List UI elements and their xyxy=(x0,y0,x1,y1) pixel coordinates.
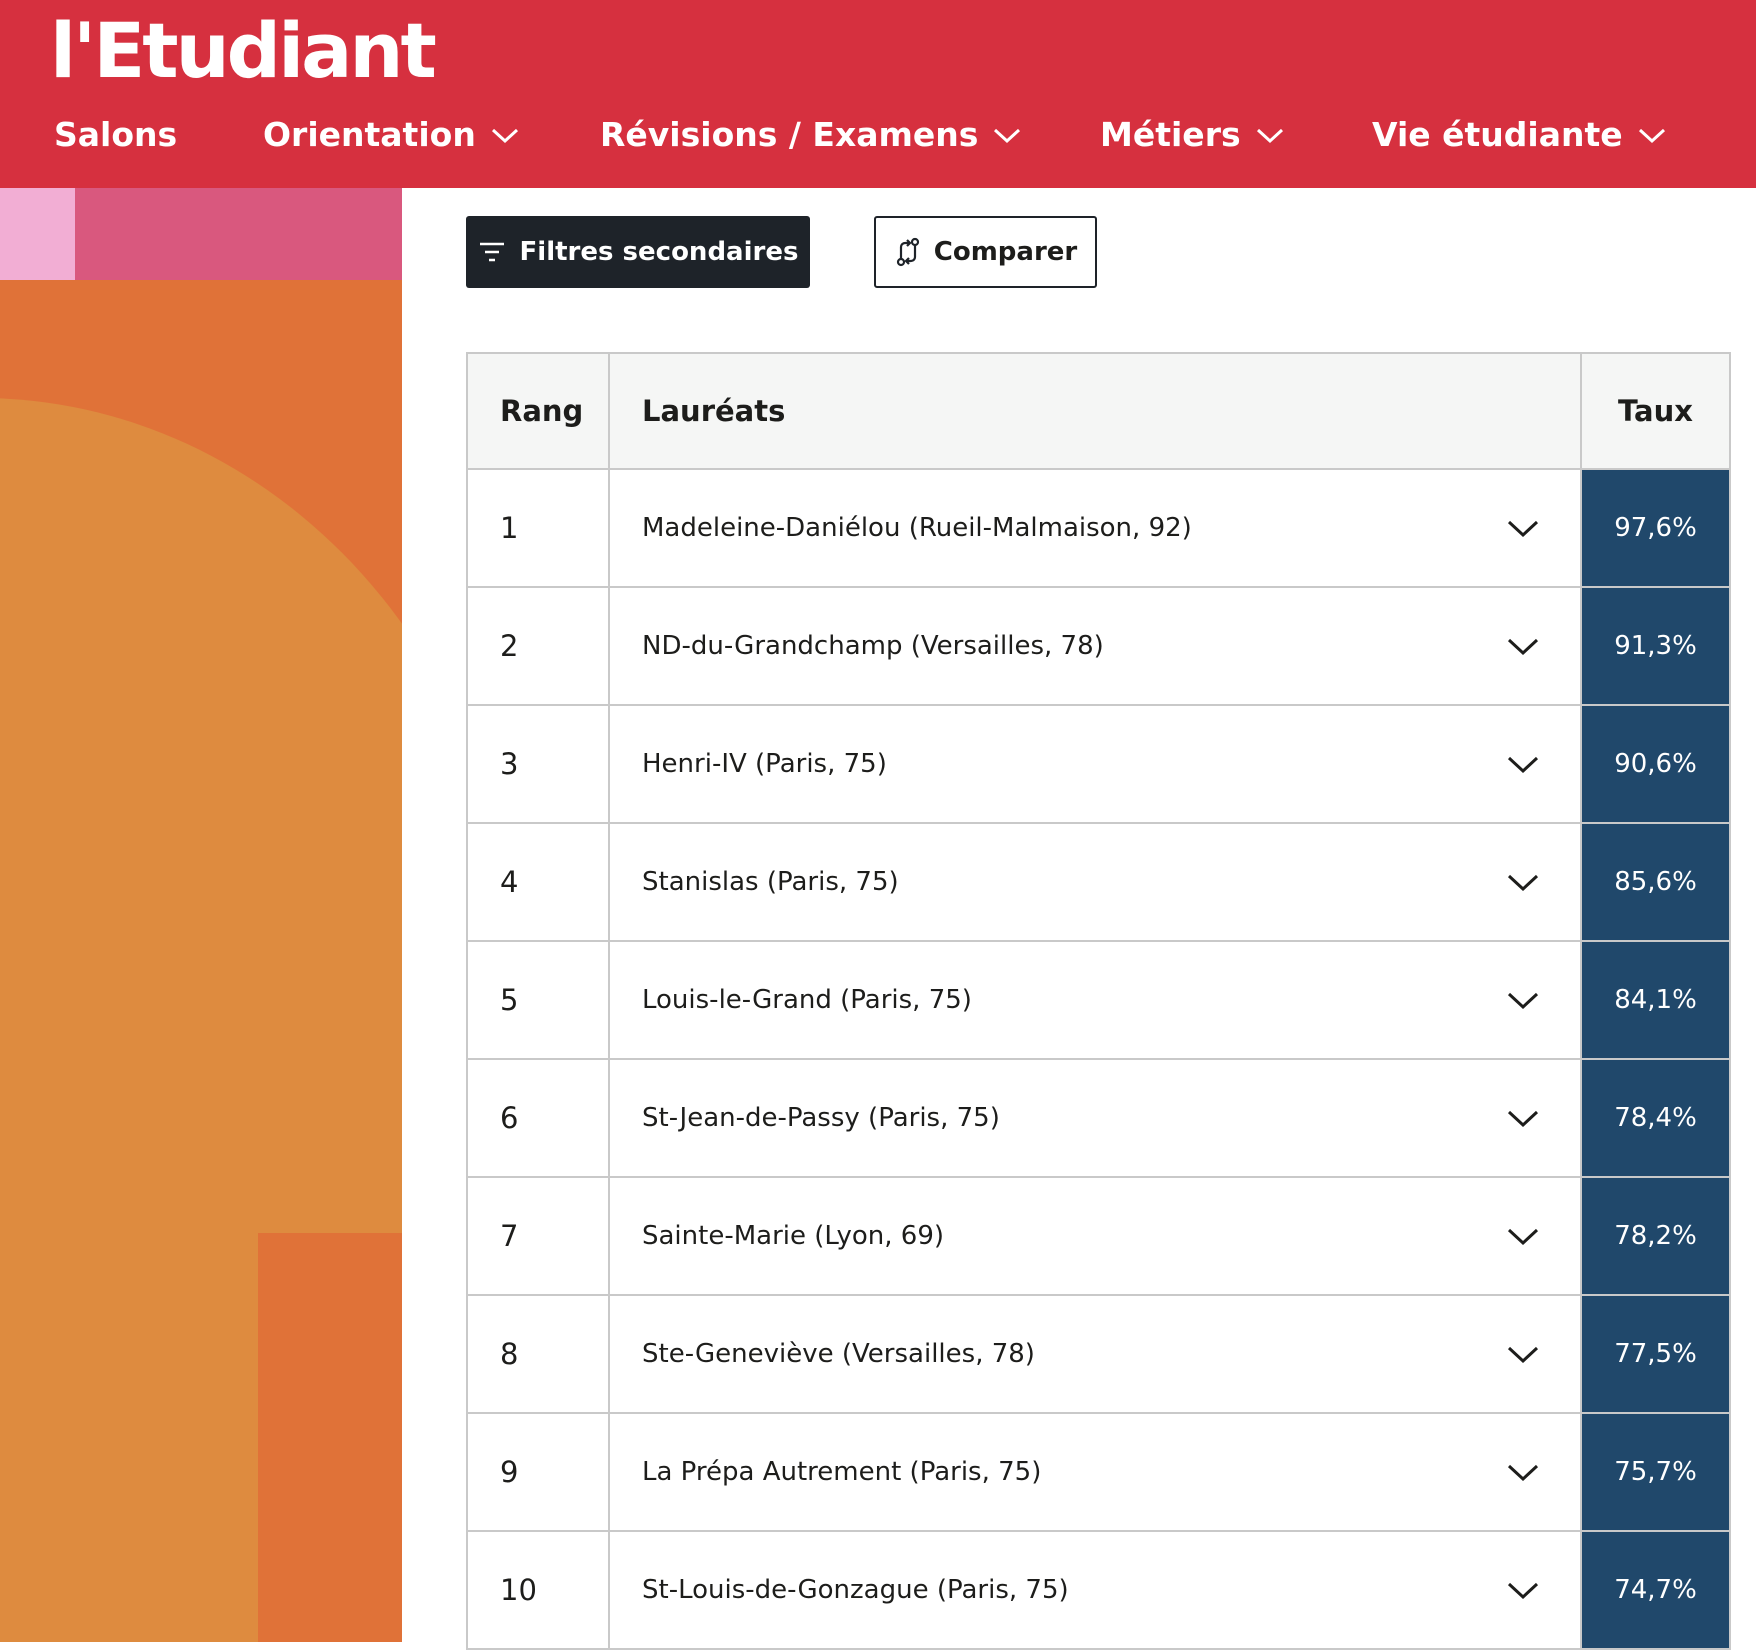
column-header-rang[interactable]: Rang xyxy=(468,354,610,468)
decorative-shape xyxy=(258,1233,402,1642)
secondary-filters-label: Filtres secondaires xyxy=(519,237,799,267)
laureat-cell[interactable]: Henri-IV (Paris, 75) xyxy=(610,706,1582,822)
nav-item-salons[interactable]: Salons xyxy=(54,110,177,160)
rank-cell: 7 xyxy=(468,1178,610,1294)
nav-item-label: Métiers xyxy=(1100,115,1241,154)
table-body: 1 Madeleine-Daniélou (Rueil-Malmaison, 92… xyxy=(468,470,1729,1650)
rate-cell: 97,6% xyxy=(1582,470,1729,586)
nav-item-vie-etudiante[interactable]: Vie étudiante xyxy=(1372,110,1667,160)
chevron-down-icon[interactable] xyxy=(1506,1343,1540,1365)
decorative-shape xyxy=(0,1233,258,1642)
site-logo[interactable]: l'Etudiant xyxy=(50,6,437,96)
laureat-cell[interactable]: Louis-le-Grand (Paris, 75) xyxy=(610,942,1582,1058)
chevron-down-icon[interactable] xyxy=(1506,1107,1540,1129)
decorative-shape xyxy=(75,188,402,280)
rate-cell: 78,4% xyxy=(1582,1060,1729,1176)
ranking-table: Rang Lauréats Taux 1 Madeleine-Daniélou (… xyxy=(466,352,1731,1650)
chevron-down-icon xyxy=(1256,128,1283,144)
laureat-name: ND-du-Grandchamp (Versailles, 78) xyxy=(642,631,1104,661)
laureat-cell[interactable]: La Prépa Autrement (Paris, 75) xyxy=(610,1414,1582,1530)
chevron-down-icon xyxy=(1638,128,1665,144)
rate-cell: 90,6% xyxy=(1582,706,1729,822)
compare-icon xyxy=(896,237,919,267)
rate-cell: 75,7% xyxy=(1582,1414,1729,1530)
table-header: Rang Lauréats Taux xyxy=(468,354,1729,470)
chevron-down-icon[interactable] xyxy=(1506,1225,1540,1247)
rate-cell: 77,5% xyxy=(1582,1296,1729,1412)
decorative-shape xyxy=(0,188,75,280)
rank-cell: 3 xyxy=(468,706,610,822)
decorative-shape xyxy=(0,913,402,1233)
column-header-taux[interactable]: Taux xyxy=(1582,354,1729,468)
nav-item-metiers[interactable]: Métiers xyxy=(1100,110,1285,160)
laureat-cell[interactable]: Sainte-Marie (Lyon, 69) xyxy=(610,1178,1582,1294)
rate-cell: 74,7% xyxy=(1582,1532,1729,1648)
laureat-cell[interactable]: St-Jean-de-Passy (Paris, 75) xyxy=(610,1060,1582,1176)
rank-cell: 1 xyxy=(468,470,610,586)
nav-item-label: Vie étudiante xyxy=(1372,115,1623,154)
table-row[interactable]: 10 St-Louis-de-Gonzague (Paris, 75) 74,7% xyxy=(468,1532,1729,1650)
chevron-down-icon xyxy=(491,128,518,144)
nav-item-label: Révisions / Examens xyxy=(600,115,979,154)
rate-cell: 91,3% xyxy=(1582,588,1729,704)
chevron-down-icon[interactable] xyxy=(1506,753,1540,775)
column-header-laureats[interactable]: Lauréats xyxy=(610,354,1582,468)
laureat-name: Sainte-Marie (Lyon, 69) xyxy=(642,1221,945,1251)
rank-cell: 9 xyxy=(468,1414,610,1530)
laureat-name: Henri-IV (Paris, 75) xyxy=(642,749,887,779)
decorative-sidebar xyxy=(0,188,402,1642)
rank-cell: 6 xyxy=(468,1060,610,1176)
compare-label: Comparer xyxy=(933,237,1078,267)
table-row[interactable]: 1 Madeleine-Daniélou (Rueil-Malmaison, 92… xyxy=(468,470,1729,588)
rate-cell: 84,1% xyxy=(1582,942,1729,1058)
filter-icon xyxy=(479,242,504,262)
table-row[interactable]: 3 Henri-IV (Paris, 75) 90,6% xyxy=(468,706,1729,824)
table-row[interactable]: 5 Louis-le-Grand (Paris, 75) 84,1% xyxy=(468,942,1729,1060)
secondary-filters-button[interactable]: Filtres secondaires xyxy=(466,216,810,288)
laureat-cell[interactable]: Stanislas (Paris, 75) xyxy=(610,824,1582,940)
chevron-down-icon[interactable] xyxy=(1506,517,1540,539)
nav-item-label: Salons xyxy=(54,115,178,154)
laureat-name: Louis-le-Grand (Paris, 75) xyxy=(642,985,972,1015)
chevron-down-icon xyxy=(994,128,1021,144)
laureat-name: La Prépa Autrement (Paris, 75) xyxy=(642,1457,1042,1487)
table-row[interactable]: 6 St-Jean-de-Passy (Paris, 75) 78,4% xyxy=(468,1060,1729,1178)
rank-cell: 10 xyxy=(468,1532,610,1648)
chevron-down-icon[interactable] xyxy=(1506,635,1540,657)
laureat-cell[interactable]: Ste-Geneviève (Versailles, 78) xyxy=(610,1296,1582,1412)
rank-cell: 4 xyxy=(468,824,610,940)
nav-item-orientation[interactable]: Orientation xyxy=(263,110,520,160)
table-row[interactable]: 2 ND-du-Grandchamp (Versailles, 78) 91,3% xyxy=(468,588,1729,706)
chevron-down-icon[interactable] xyxy=(1506,1579,1540,1601)
laureat-name: Stanislas (Paris, 75) xyxy=(642,867,899,897)
laureat-name: St-Jean-de-Passy (Paris, 75) xyxy=(642,1103,1000,1133)
rank-cell: 2 xyxy=(468,588,610,704)
table-row[interactable]: 4 Stanislas (Paris, 75) 85,6% xyxy=(468,824,1729,942)
laureat-cell[interactable]: ND-du-Grandchamp (Versailles, 78) xyxy=(610,588,1582,704)
top-header: l'Etudiant Salons Orientation Révisions … xyxy=(0,0,1756,188)
rate-cell: 78,2% xyxy=(1582,1178,1729,1294)
table-row[interactable]: 9 La Prépa Autrement (Paris, 75) 75,7% xyxy=(468,1414,1729,1532)
compare-button[interactable]: Comparer xyxy=(874,216,1097,288)
laureat-cell[interactable]: Madeleine-Daniélou (Rueil-Malmaison, 92) xyxy=(610,470,1582,586)
chevron-down-icon[interactable] xyxy=(1506,989,1540,1011)
laureat-name: Madeleine-Daniélou (Rueil-Malmaison, 92) xyxy=(642,513,1192,543)
main-nav: Salons Orientation Révisions / Examens M… xyxy=(0,110,1756,160)
laureat-name: Ste-Geneviève (Versailles, 78) xyxy=(642,1339,1035,1369)
chevron-down-icon[interactable] xyxy=(1506,871,1540,893)
table-row[interactable]: 8 Ste-Geneviève (Versailles, 78) 77,5% xyxy=(468,1296,1729,1414)
rank-cell: 5 xyxy=(468,942,610,1058)
rank-cell: 8 xyxy=(468,1296,610,1412)
laureat-cell[interactable]: St-Louis-de-Gonzague (Paris, 75) xyxy=(610,1532,1582,1648)
table-row[interactable]: 7 Sainte-Marie (Lyon, 69) 78,2% xyxy=(468,1178,1729,1296)
laureat-name: St-Louis-de-Gonzague (Paris, 75) xyxy=(642,1575,1069,1605)
nav-item-label: Orientation xyxy=(263,115,476,154)
chevron-down-icon[interactable] xyxy=(1506,1461,1540,1483)
nav-item-revisions[interactable]: Révisions / Examens xyxy=(600,110,1022,160)
rate-cell: 85,6% xyxy=(1582,824,1729,940)
